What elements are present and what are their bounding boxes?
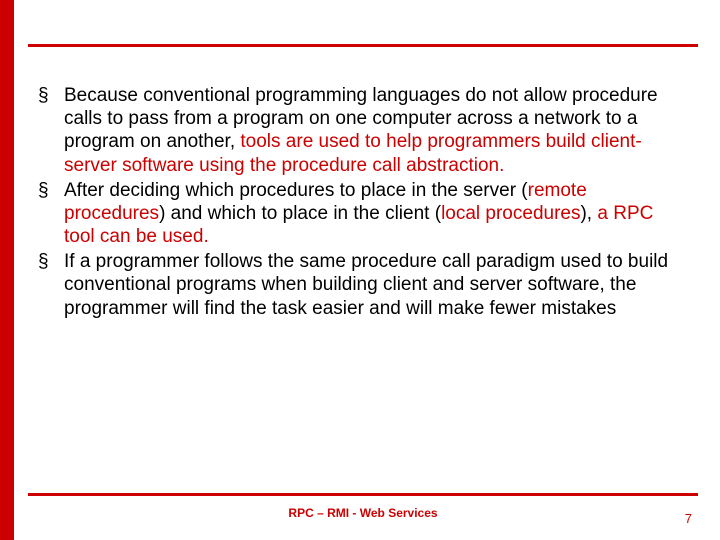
left-accent-bar [0,0,14,540]
top-divider [28,44,698,47]
bullet-text-run: local procedures [441,203,580,224]
bullet-text-run: After deciding which procedures to place… [64,180,528,201]
bullet-text-run: ) and which to place in the client ( [159,203,441,224]
bullet-item: If a programmer follows the same procedu… [36,250,684,320]
bullet-text-run: If a programmer follows the same procedu… [64,251,668,318]
slide-body: Because conventional programming languag… [36,84,684,322]
bullet-text-run: ), [580,203,597,224]
bullet-item: After deciding which procedures to place… [36,179,684,249]
slide-footer: RPC – RMI - Web Services 7 [28,506,698,526]
bottom-divider [28,493,698,496]
page-number: 7 [685,511,692,526]
footer-title: RPC – RMI - Web Services [28,506,698,520]
bullet-list: Because conventional programming languag… [36,84,684,320]
bullet-item: Because conventional programming languag… [36,84,684,177]
